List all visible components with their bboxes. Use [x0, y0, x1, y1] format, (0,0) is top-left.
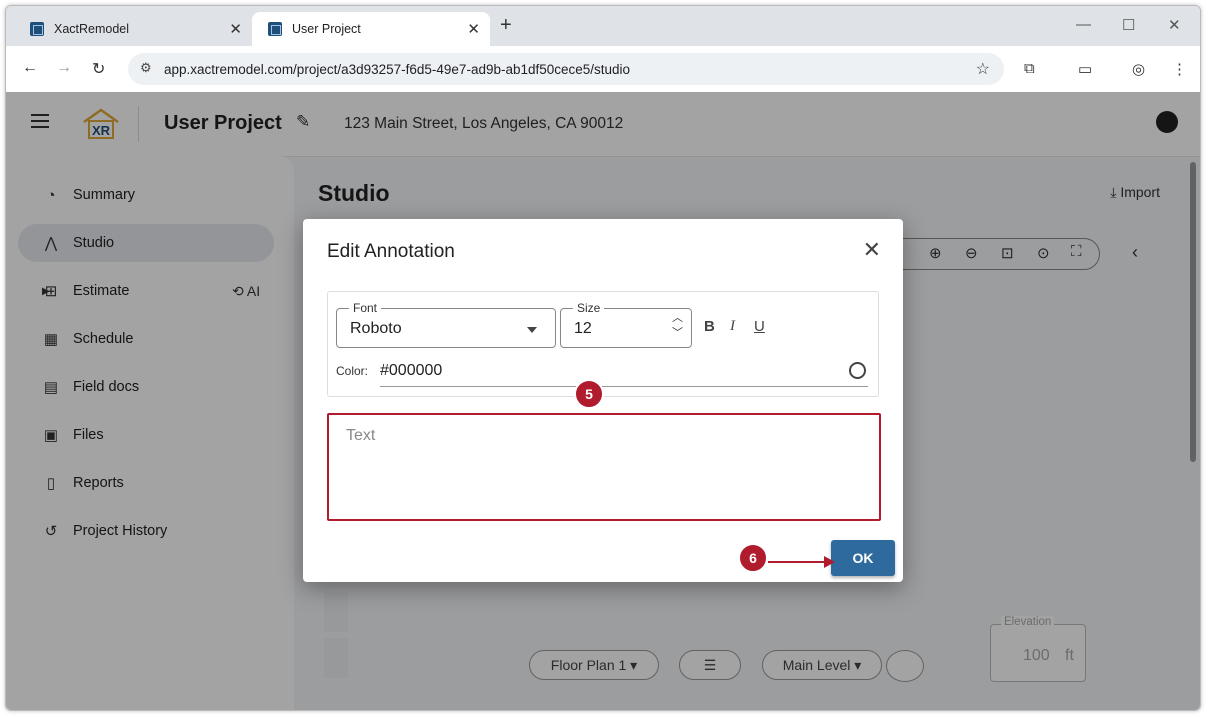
- xactremodel-favicon-icon: [268, 22, 282, 36]
- profile-icon[interactable]: ◎: [1132, 60, 1145, 78]
- size-label: Size: [573, 301, 605, 315]
- maximize-icon[interactable]: ☐: [1122, 16, 1135, 34]
- callout-arrow: [768, 561, 828, 563]
- text-placeholder: Text: [346, 427, 376, 444]
- address-bar[interactable]: ⚙ app.xactremodel.com/project/a3d93257-f…: [128, 53, 1004, 85]
- text-format-panel: Font Roboto Size 12 ︿ ﹀ B I U Color: #000…: [327, 291, 879, 397]
- font-select[interactable]: Font Roboto: [336, 301, 556, 348]
- color-input[interactable]: #000000: [380, 352, 868, 387]
- tab-label: User Project: [292, 22, 361, 36]
- edit-annotation-dialog: Edit Annotation ✕ Font Roboto Size 12 ︿ ﹀…: [303, 219, 903, 582]
- ok-button[interactable]: OK: [831, 540, 895, 576]
- close-icon[interactable]: ✕: [863, 237, 881, 263]
- minimize-icon[interactable]: —: [1076, 16, 1091, 33]
- url-text: app.xactremodel.com/project/a3d93257-f6d…: [164, 61, 631, 77]
- browser-toolbar: ← → ↻ ⚙ app.xactremodel.com/project/a3d9…: [6, 46, 1200, 93]
- new-tab-icon[interactable]: +: [500, 14, 512, 37]
- size-value: 12: [574, 320, 592, 337]
- dropdown-arrow-icon: [527, 327, 537, 333]
- close-tab-icon[interactable]: ✕: [467, 20, 480, 38]
- size-stepper[interactable]: Size 12 ︿ ﹀: [560, 301, 692, 348]
- reload-icon[interactable]: ↻: [92, 59, 105, 79]
- chevron-down-icon[interactable]: ﹀: [672, 327, 683, 339]
- site-settings-icon[interactable]: ⚙: [140, 60, 152, 76]
- close-tab-icon[interactable]: ✕: [229, 20, 242, 38]
- callout-arrowhead: [824, 556, 835, 568]
- font-label: Font: [349, 301, 382, 315]
- bookmark-star-icon[interactable]: ☆: [976, 59, 990, 79]
- bold-button[interactable]: B: [704, 318, 715, 335]
- callout-badge-6: 6: [738, 543, 768, 573]
- tab-label: XactRemodel: [54, 22, 130, 36]
- underline-button[interactable]: U: [754, 318, 765, 335]
- menu-kebab-icon[interactable]: ⋮: [1172, 60, 1187, 78]
- stepper-arrows[interactable]: ︿ ﹀: [672, 311, 683, 341]
- font-value: Roboto: [350, 320, 402, 337]
- browser-tab-user-project[interactable]: User Project ✕: [252, 12, 490, 46]
- dialog-title: Edit Annotation: [327, 241, 455, 262]
- chevron-up-icon[interactable]: ︿: [672, 312, 683, 324]
- browser-tab-bar: XactRemodel ✕ User Project ✕ + — ☐ ✕: [6, 6, 1200, 46]
- palette-icon[interactable]: [849, 362, 866, 379]
- italic-button[interactable]: I: [730, 318, 735, 335]
- color-value: #000000: [380, 362, 443, 379]
- forward-icon[interactable]: →: [56, 59, 72, 77]
- xactremodel-favicon-icon: [30, 22, 44, 36]
- browser-tab-xactremodel[interactable]: XactRemodel ✕: [14, 12, 252, 46]
- back-icon[interactable]: ←: [22, 59, 38, 77]
- browser-window: XactRemodel ✕ User Project ✕ + — ☐ ✕ ← →…: [5, 5, 1201, 711]
- color-label: Color:: [336, 364, 369, 378]
- reading-mode-icon[interactable]: ▭: [1078, 60, 1092, 78]
- annotation-text-input[interactable]: Text: [327, 413, 881, 521]
- close-window-icon[interactable]: ✕: [1168, 16, 1181, 34]
- callout-badge-5: 5: [574, 379, 604, 409]
- extensions-icon[interactable]: ⧉: [1024, 60, 1035, 77]
